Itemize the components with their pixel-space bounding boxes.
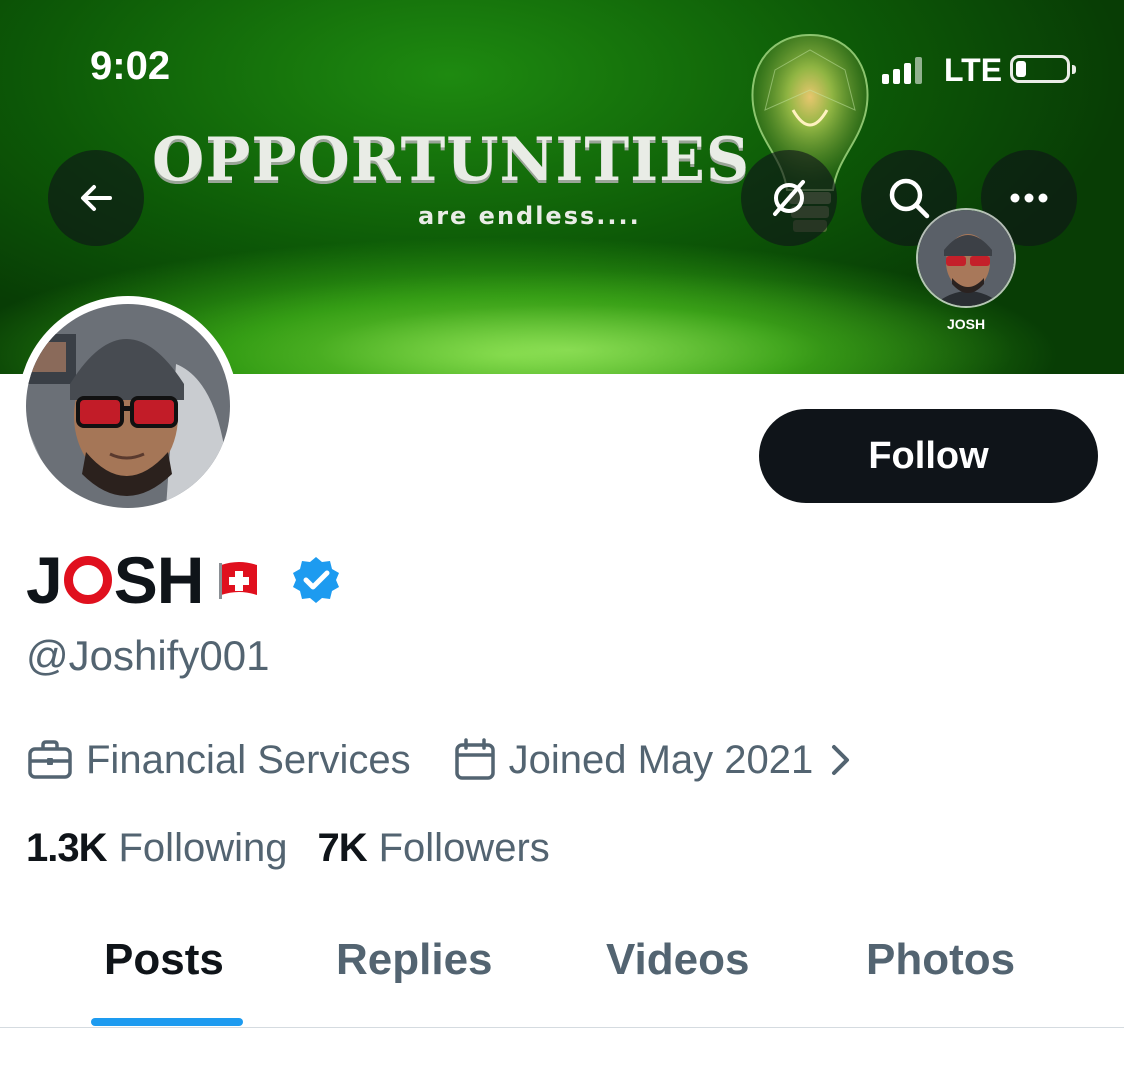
calendar-icon — [454, 738, 495, 780]
followers-label: Followers — [378, 826, 550, 870]
chevron-right-icon[interactable] — [827, 743, 853, 777]
profile-avatar[interactable] — [18, 296, 238, 516]
joined-date: Joined May 2021 — [508, 737, 814, 782]
display-name-suffix: SH — [113, 543, 205, 617]
display-name-prefix: J — [26, 543, 63, 617]
follow-button[interactable]: Follow — [759, 409, 1098, 503]
search-icon — [889, 178, 930, 219]
network-label: LTE — [944, 52, 1003, 88]
followers-stat[interactable]: 7K Followers — [317, 826, 549, 871]
following-stat[interactable]: 1.3K Following — [26, 826, 287, 871]
back-arrow-icon — [81, 185, 112, 211]
profile-meta: Financial Services Joined May 2021 — [26, 735, 853, 785]
following-label: Following — [118, 826, 288, 870]
tab-posts[interactable]: Posts — [104, 935, 224, 985]
back-button[interactable] — [48, 150, 144, 246]
mini-profile-label: JOSH — [946, 316, 986, 332]
mini-profile-avatar — [916, 208, 1016, 308]
tabs-divider — [0, 1027, 1124, 1028]
grok-button[interactable] — [741, 150, 837, 246]
followers-count: 7K — [317, 826, 367, 870]
active-tab-indicator — [91, 1018, 243, 1026]
swiss-flag-icon — [219, 562, 258, 599]
avatar-photo — [26, 304, 230, 508]
battery-icon — [1010, 55, 1076, 83]
hollow-red-circle-icon — [63, 556, 112, 604]
profile-handle: @Joshify001 — [26, 632, 270, 679]
following-count: 1.3K — [26, 826, 107, 870]
banner-glow — [120, 270, 1020, 374]
banner-subtitle: are endless.... — [418, 202, 641, 230]
status-indicators: LTE — [882, 52, 1092, 92]
briefcase-icon — [28, 740, 72, 779]
verified-badge-icon[interactable] — [291, 555, 341, 605]
display-name: J SH — [26, 543, 341, 617]
banner-title: OPPORTUNITIES — [152, 125, 751, 195]
tab-videos[interactable]: Videos — [606, 935, 749, 985]
profile-category: Financial Services — [86, 737, 411, 782]
signal-icon — [882, 57, 922, 84]
status-time: 9:02 — [90, 44, 171, 88]
tab-photos[interactable]: Photos — [866, 935, 1015, 985]
follow-stats: 1.3K Following 7K Followers — [26, 826, 550, 871]
grok-icon — [773, 180, 805, 216]
more-icon — [1010, 193, 1048, 203]
tab-replies[interactable]: Replies — [336, 935, 493, 985]
